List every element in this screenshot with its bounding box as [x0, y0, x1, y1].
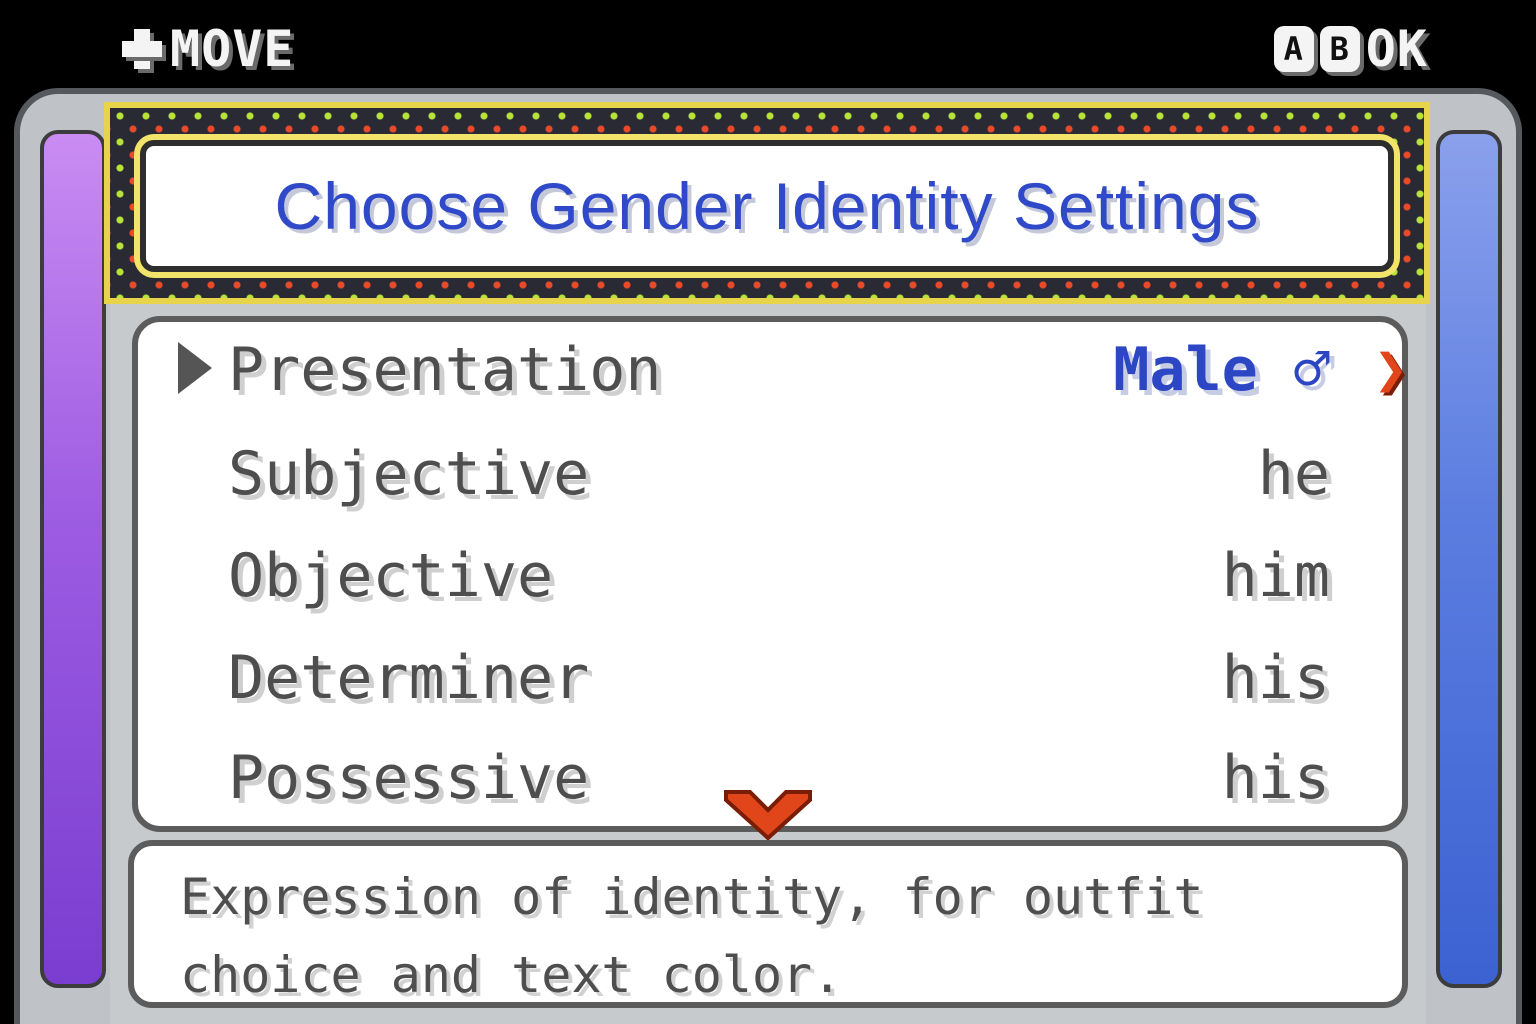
option-label: Objective: [228, 541, 554, 611]
dpad-icon: [118, 25, 166, 73]
option-label: Presentation: [228, 335, 662, 405]
move-hint: MOVE: [118, 14, 294, 84]
ok-label: OK: [1365, 20, 1428, 78]
option-label: Possessive: [228, 743, 590, 813]
description-box: Expression of identity, for outfit choic…: [128, 840, 1408, 1008]
b-button-icon: B: [1319, 26, 1360, 72]
option-value: him: [1221, 541, 1330, 611]
option-value: his: [1221, 643, 1330, 713]
ok-hint: A B OK: [1273, 14, 1428, 84]
description-line-2: choice and text color.: [180, 946, 843, 1004]
option-label: Subjective: [228, 439, 590, 509]
left-accent-bar: [40, 130, 106, 988]
option-value[interactable]: Male ♂: [1113, 335, 1330, 405]
chevron-right-icon[interactable]: ❯: [1374, 342, 1408, 398]
option-presentation[interactable]: Presentation Male ♂: [228, 322, 1330, 418]
option-value: his: [1221, 743, 1330, 813]
option-label: Determiner: [228, 643, 590, 713]
a-button-icon: A: [1273, 26, 1314, 72]
option-objective[interactable]: Objective him: [228, 528, 1330, 624]
page-title: Choose Gender Identity Settings: [274, 169, 1260, 243]
option-determiner[interactable]: Determiner his: [228, 630, 1330, 726]
right-accent-bar: [1436, 130, 1502, 988]
option-value: he: [1257, 439, 1330, 509]
move-label: MOVE: [170, 20, 295, 78]
option-subjective[interactable]: Subjective he: [228, 426, 1330, 522]
chevron-down-icon[interactable]: [720, 786, 816, 842]
cursor-arrow-icon: [178, 342, 212, 394]
title-box: Choose Gender Identity Settings: [140, 140, 1394, 272]
description-line-1: Expression of identity, for outfit: [180, 868, 1204, 926]
